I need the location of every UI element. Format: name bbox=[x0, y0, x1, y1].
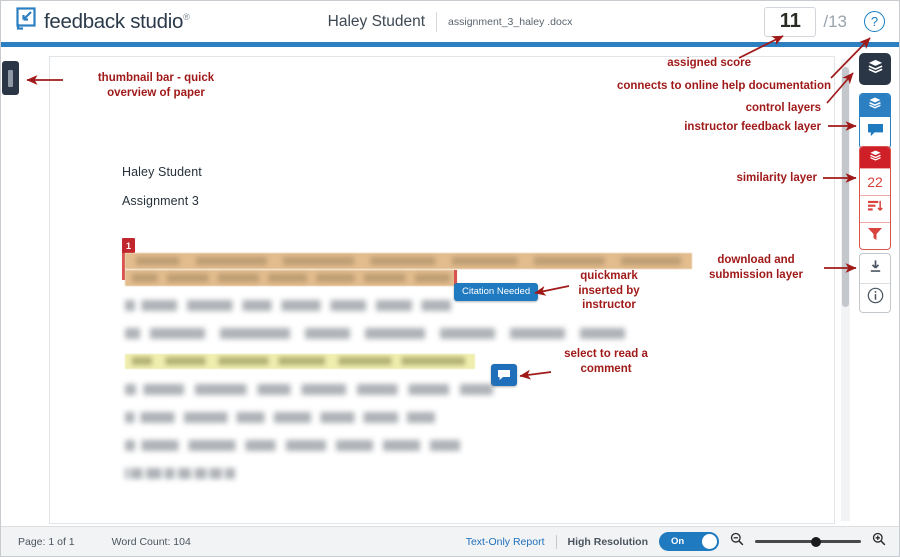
paper-body-line bbox=[125, 300, 451, 311]
similarity-highlight-line-2[interactable] bbox=[125, 270, 457, 286]
annotation-thumbnail-bar: thumbnail bar - quick overview of paper bbox=[97, 72, 215, 99]
score-area: 11 /13 ? bbox=[764, 1, 885, 42]
annotation-instructor-feedback-layer: instructor feedback layer bbox=[684, 121, 821, 133]
high-resolution-toggle-state: On bbox=[671, 536, 685, 547]
zoom-in-icon[interactable] bbox=[872, 532, 886, 551]
brand-name: feedback studio® bbox=[44, 9, 190, 33]
similarity-score-value: 22 bbox=[867, 174, 883, 190]
toggle-knob bbox=[702, 534, 717, 549]
feedback-layer-header[interactable] bbox=[860, 94, 890, 117]
annotation-quickmark: quickmark inserted by instructor bbox=[578, 270, 640, 312]
document-name: assignment_3_haley .docx bbox=[448, 15, 573, 28]
match-overview-icon bbox=[867, 199, 883, 219]
zoom-out-icon[interactable] bbox=[730, 532, 744, 551]
feedback-highlight[interactable] bbox=[125, 354, 475, 369]
filter-funnel-icon bbox=[867, 227, 883, 246]
similarity-highlight-line-1[interactable] bbox=[125, 253, 692, 269]
assigned-score-value: 11 bbox=[779, 10, 801, 32]
header-divider bbox=[436, 11, 438, 32]
paper-body-line bbox=[125, 412, 435, 423]
feedback-comments-button[interactable] bbox=[860, 117, 890, 148]
info-circle-icon bbox=[867, 287, 884, 309]
similarity-layer-header[interactable] bbox=[860, 147, 890, 168]
annotation-control-layers: control layers bbox=[745, 102, 821, 114]
zoom-slider-knob[interactable] bbox=[811, 536, 821, 547]
status-right-group: Text-Only Report High Resolution On bbox=[466, 532, 886, 551]
download-arrow-icon bbox=[868, 259, 883, 279]
download-and-submission-layer-group bbox=[859, 253, 891, 313]
thumbnail-bar-toggle-icon[interactable] bbox=[2, 61, 19, 95]
viewer-scrollbar-thumb[interactable] bbox=[842, 67, 849, 307]
download-button[interactable] bbox=[860, 254, 890, 283]
high-resolution-toggle[interactable]: On bbox=[659, 532, 719, 551]
brand-logo[interactable]: feedback studio® bbox=[15, 7, 190, 36]
paper-assignment-line: Assignment 3 bbox=[122, 194, 199, 208]
annotation-download-submission-layer: download and submission layer bbox=[709, 254, 803, 281]
comment-bubble-icon[interactable] bbox=[491, 364, 517, 386]
paper-body-line bbox=[125, 468, 235, 479]
high-resolution-label: High Resolution bbox=[567, 535, 649, 548]
feedback-studio-window: feedback studio® Haley Student assignmen… bbox=[0, 0, 900, 557]
score-total: /13 bbox=[823, 11, 847, 31]
match-number-badge[interactable]: 1 bbox=[122, 238, 135, 253]
submission-info-button[interactable] bbox=[860, 283, 890, 312]
header-accent-bar bbox=[1, 42, 899, 47]
annotation-online-help: connects to online help documentation bbox=[616, 80, 831, 92]
quickmark-citation-needed[interactable]: Citation Needed bbox=[454, 283, 539, 301]
assigned-score-input[interactable]: 11 bbox=[764, 6, 817, 37]
turnitin-arrow-icon bbox=[15, 7, 37, 36]
status-divider bbox=[555, 534, 557, 549]
annotation-assigned-score: assigned score bbox=[667, 57, 751, 69]
question-mark-circle-icon[interactable]: ? bbox=[864, 11, 885, 32]
app-header: feedback studio® Haley Student assignmen… bbox=[1, 1, 899, 42]
filter-settings-button[interactable] bbox=[860, 222, 890, 249]
registered-mark: ® bbox=[183, 11, 190, 22]
layers-icon bbox=[869, 149, 882, 167]
word-count: Word Count: 104 bbox=[111, 535, 191, 548]
all-layers-button[interactable] bbox=[859, 53, 891, 85]
match-overview-button[interactable] bbox=[860, 195, 890, 222]
page-indicator: Page: 1 of 1 bbox=[18, 535, 75, 548]
paper-author-line: Haley Student bbox=[122, 165, 202, 179]
instructor-feedback-layer-group bbox=[859, 93, 891, 149]
paper-body-line bbox=[125, 440, 460, 451]
layers-icon bbox=[867, 58, 884, 80]
status-bar: Page: 1 of 1 Word Count: 104 Text-Only R… bbox=[1, 526, 899, 556]
zoom-slider[interactable] bbox=[755, 536, 861, 547]
paper-body-line bbox=[125, 328, 625, 339]
similarity-layer-group: 22 bbox=[859, 146, 891, 250]
paper-body-line bbox=[125, 384, 493, 395]
annotation-select-comment: select to read a comment bbox=[564, 348, 648, 375]
layers-icon bbox=[868, 96, 882, 115]
similarity-score-button[interactable]: 22 bbox=[860, 168, 890, 195]
student-name: Haley Student bbox=[327, 12, 426, 30]
text-only-report-link[interactable]: Text-Only Report bbox=[466, 536, 545, 548]
status-left-group: Page: 1 of 1 Word Count: 104 bbox=[18, 536, 191, 548]
annotation-similarity-layer: similarity layer bbox=[736, 172, 817, 184]
comment-bubble-icon bbox=[867, 123, 884, 143]
thumbnail-toggle-grip bbox=[8, 69, 13, 87]
